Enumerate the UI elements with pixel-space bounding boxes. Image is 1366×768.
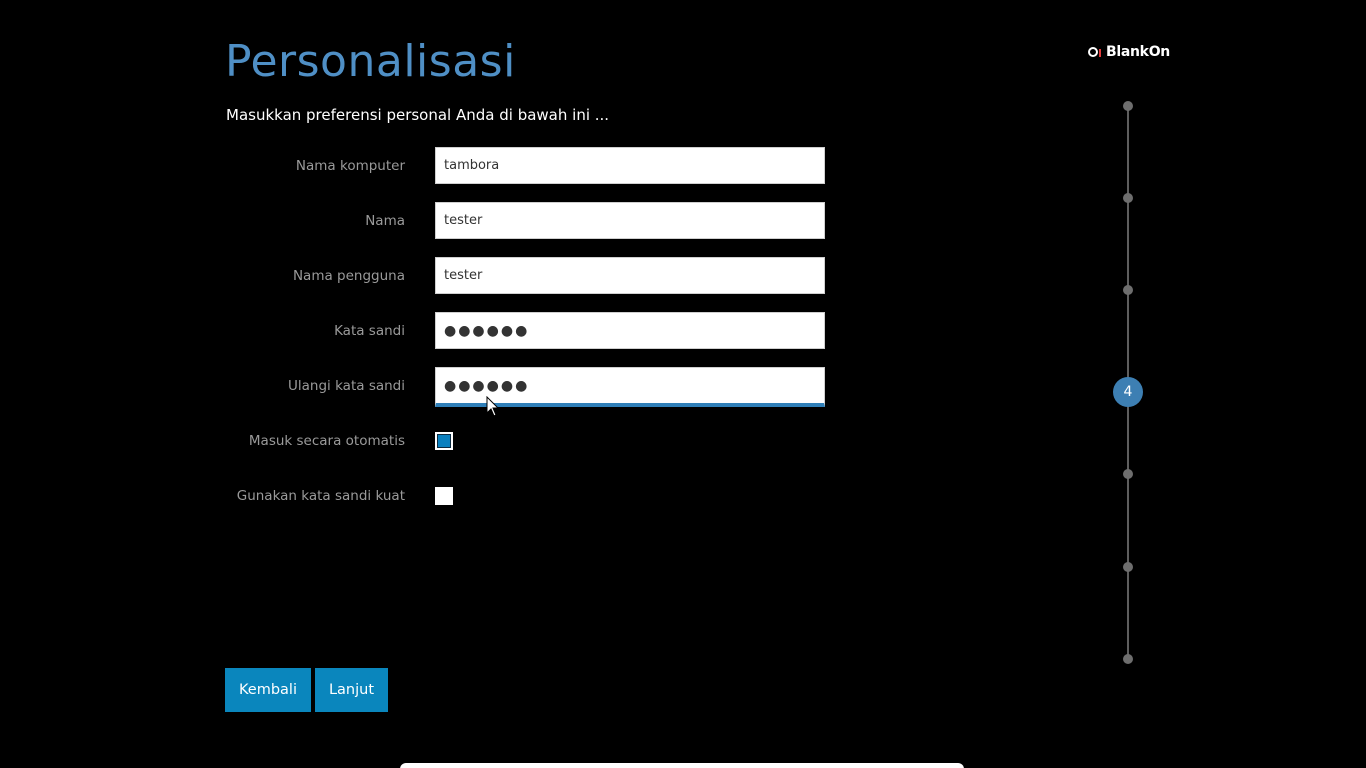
step-5-dot [1123, 469, 1133, 479]
password-row: Kata sandi [0, 312, 830, 350]
page-subtitle: Masukkan preferensi personal Anda di baw… [226, 106, 610, 124]
computer-name-input[interactable] [436, 148, 824, 183]
auto-login-row: Masuk secara otomatis [0, 422, 830, 460]
full-name-row: Nama [0, 202, 830, 240]
strong-password-row: Gunakan kata sandi kuat [0, 477, 830, 515]
full-name-input[interactable] [436, 203, 824, 238]
blankon-logo-icon [1088, 47, 1101, 57]
step-2-dot [1123, 193, 1133, 203]
step-1-dot [1123, 101, 1133, 111]
computer-name-label: Nama komputer [295, 158, 405, 174]
computer-name-field-wrap [435, 147, 825, 184]
full-name-field-wrap [435, 202, 825, 239]
password-field-wrap [435, 312, 825, 349]
installer-page: Personalisasi Masukkan preferensi person… [0, 0, 1366, 768]
password-repeat-label: Ulangi kata sandi [288, 378, 405, 394]
auto-login-checkbox[interactable] [435, 432, 453, 450]
mouse-pointer-icon [486, 396, 500, 417]
step-3-dot [1123, 285, 1133, 295]
step-7-dot [1123, 654, 1133, 664]
bottom-panel-edge [400, 763, 964, 768]
page-title: Personalisasi [225, 36, 516, 87]
step-current: 4 [1113, 377, 1143, 407]
username-field-wrap [435, 257, 825, 294]
computer-name-row: Nama komputer [0, 147, 830, 185]
full-name-label: Nama [365, 213, 405, 229]
password-repeat-row: Ulangi kata sandi [0, 367, 830, 407]
password-input[interactable] [436, 313, 824, 348]
password-label: Kata sandi [334, 323, 405, 339]
strong-password-label: Gunakan kata sandi kuat [236, 488, 405, 504]
back-button[interactable]: Kembali [225, 668, 311, 712]
strong-password-checkbox[interactable] [435, 487, 453, 505]
blankon-logo: BlankOn [1088, 44, 1170, 60]
logo-text: BlankOn [1106, 44, 1170, 60]
username-label: Nama pengguna [292, 268, 405, 284]
auto-login-label: Masuk secara otomatis [248, 433, 405, 449]
username-input[interactable] [436, 258, 824, 293]
username-row: Nama pengguna [0, 257, 830, 295]
next-button[interactable]: Lanjut [315, 668, 388, 712]
step-6-dot [1123, 562, 1133, 572]
